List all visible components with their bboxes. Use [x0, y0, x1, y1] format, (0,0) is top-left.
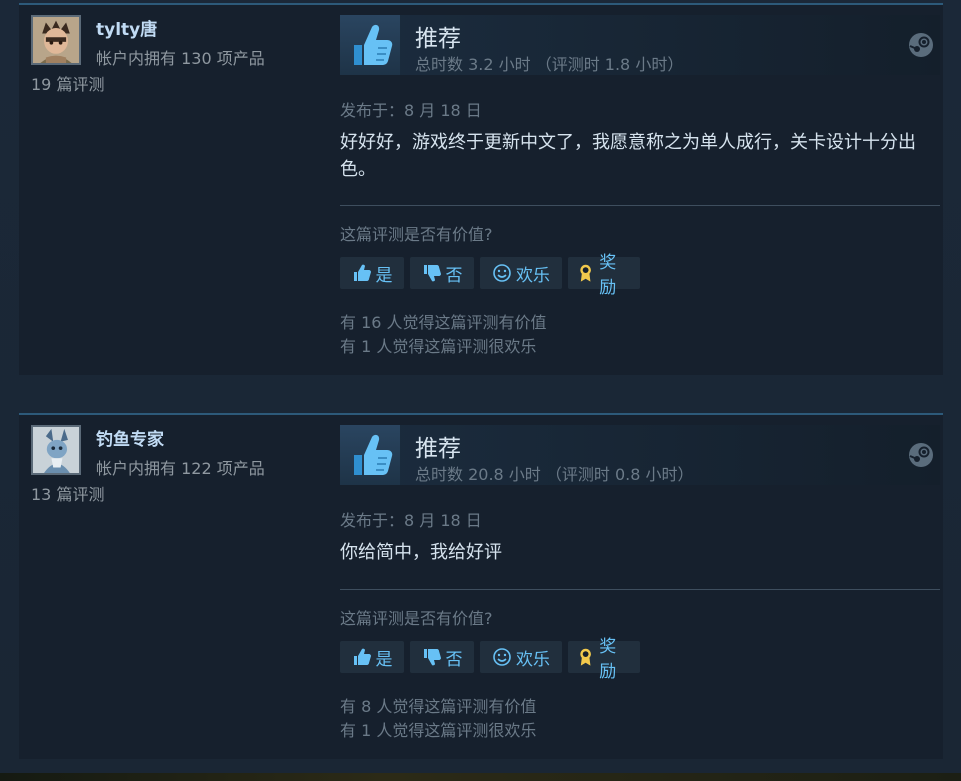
products-owned[interactable]: 帐户内拥有 122 项产品: [96, 455, 265, 479]
avatar-image-icon: [33, 17, 79, 63]
helpful-question: 这篇评测是否有价值?: [340, 609, 493, 628]
funny-count: 有 1 人觉得这篇评测很欢乐: [340, 721, 537, 740]
review-body: 推荐 总时数 3.2 小时 （评测时 1.8 小时） 发布于：8 月 18 日 …: [340, 15, 940, 356]
award-button[interactable]: 奖励: [568, 253, 640, 298]
vote-yes-button[interactable]: 是: [340, 641, 404, 673]
review-stats: 有 8 人觉得这篇评测有价值 有 1 人觉得这篇评测很欢乐: [340, 695, 536, 743]
vote-funny-label: 欢乐: [516, 649, 550, 670]
vote-yes-label: 是: [375, 265, 393, 286]
thumbs-down-icon: [423, 265, 441, 282]
page-footer-strip: [0, 773, 961, 781]
vote-no-button[interactable]: 否: [410, 257, 474, 289]
vote-no-label: 否: [445, 265, 463, 286]
helpful-question: 这篇评测是否有价值?: [340, 225, 493, 244]
review-content: 好好好，游戏终于更新中文了，我愿意称之为单人成行，关卡设计十分出色。: [340, 132, 916, 180]
rating-controls: 是 否 欢乐 奖励: [340, 253, 640, 298]
products-owned[interactable]: 帐户内拥有 130 项产品: [96, 45, 265, 69]
avatar[interactable]: [31, 15, 81, 65]
helpful-count: 有 16 人觉得这篇评测有价值: [340, 313, 547, 332]
smiley-icon: [493, 648, 511, 666]
steam-logo-icon: [909, 443, 933, 467]
divider: [340, 205, 940, 206]
rating-controls: 是 否 欢乐 奖励: [340, 637, 640, 682]
award-label: 奖励: [599, 637, 617, 682]
vote-no-label: 否: [445, 649, 463, 670]
reviews-page: tylty唐 帐户内拥有 130 项产品 19 篇评测 推荐 总时数 3.2 小…: [0, 0, 961, 781]
review-body: 推荐 总时数 20.8 小时 （评测时 0.8 小时） 发布于：8 月 18 日…: [340, 425, 940, 740]
smiley-icon: [493, 264, 511, 282]
award-ribbon-icon: [580, 648, 591, 666]
vote-yes-label: 是: [375, 649, 393, 670]
vote-no-button[interactable]: 否: [410, 641, 474, 673]
posted-date: 发布于：8 月 18 日: [340, 101, 482, 120]
thumbs-down-icon: [423, 649, 441, 666]
divider: [340, 589, 940, 590]
vote-yes-button[interactable]: 是: [340, 257, 404, 289]
posted-date: 发布于：8 月 18 日: [340, 511, 482, 530]
review-count[interactable]: 13 篇评测: [31, 481, 104, 505]
helpful-count: 有 8 人觉得这篇评测有价值: [340, 697, 537, 716]
award-ribbon-icon: [580, 264, 591, 282]
review-content: 你给简中，我给好评: [340, 542, 502, 563]
steam-logo-icon: [909, 33, 933, 57]
vote-funny-button[interactable]: 欢乐: [480, 641, 562, 673]
thumbs-up-icon: [340, 15, 400, 75]
award-label: 奖励: [599, 253, 617, 298]
persona-name[interactable]: tylty唐: [96, 15, 157, 40]
review-count[interactable]: 19 篇评测: [31, 71, 104, 95]
vote-title: 推荐: [415, 436, 461, 462]
vote-header[interactable]: 推荐 总时数 3.2 小时 （评测时 1.8 小时）: [340, 15, 940, 75]
thumbs-up-icon: [353, 648, 371, 665]
review-card: tylty唐 帐户内拥有 130 项产品 19 篇评测 推荐 总时数 3.2 小…: [19, 3, 943, 375]
thumbs-up-icon: [340, 425, 400, 485]
playtime-hours: 总时数 3.2 小时 （评测时 1.8 小时）: [415, 55, 684, 74]
funny-count: 有 1 人觉得这篇评测很欢乐: [340, 337, 537, 356]
avatar[interactable]: [31, 425, 81, 475]
vote-title: 推荐: [415, 26, 461, 52]
avatar-image-icon: [33, 427, 79, 473]
review-card: 钓鱼专家 帐户内拥有 122 项产品 13 篇评测 推荐 总时数 20.8 小时…: [19, 413, 943, 759]
vote-funny-label: 欢乐: [516, 265, 550, 286]
review-stats: 有 16 人觉得这篇评测有价值 有 1 人觉得这篇评测很欢乐: [340, 311, 547, 359]
award-button[interactable]: 奖励: [568, 637, 640, 682]
persona-name[interactable]: 钓鱼专家: [96, 425, 164, 450]
thumbs-up-icon: [353, 264, 371, 281]
vote-header[interactable]: 推荐 总时数 20.8 小时 （评测时 0.8 小时）: [340, 425, 940, 485]
playtime-hours: 总时数 20.8 小时 （评测时 0.8 小时）: [415, 465, 694, 484]
vote-funny-button[interactable]: 欢乐: [480, 257, 562, 289]
